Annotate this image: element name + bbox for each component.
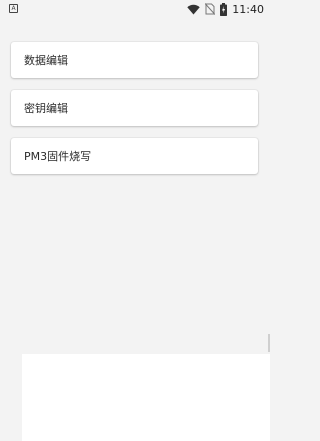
wifi-icon [187, 4, 200, 14]
scroll-edge-indicator [268, 334, 270, 352]
menu-item-data-edit[interactable]: 数据编辑 [11, 42, 258, 78]
no-sim-icon [205, 3, 216, 15]
menu-item-label: 数据编辑 [24, 54, 68, 67]
status-icons: 11:40 [187, 2, 264, 16]
menu-item-label: 密钥编辑 [24, 102, 68, 115]
notification-icon: A [9, 4, 18, 13]
menu-item-label: PM3固件烧写 [24, 150, 92, 163]
battery-icon [220, 2, 228, 16]
menu-item-key-edit[interactable]: 密钥编辑 [11, 90, 258, 126]
clock-time: 11:40 [232, 2, 264, 16]
menu-item-pm3-firmware-flash[interactable]: PM3固件烧写 [11, 138, 258, 174]
status-bar: A 11:40 [0, 0, 270, 20]
bottom-panel [22, 354, 270, 441]
